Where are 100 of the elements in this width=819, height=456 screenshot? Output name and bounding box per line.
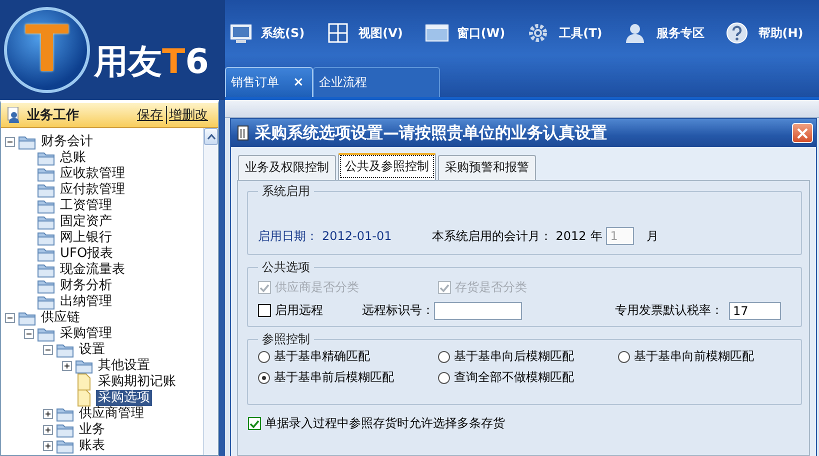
group-title: 公共选项 bbox=[261, 259, 311, 276]
tree-item[interactable]: 采购期初记账 bbox=[96, 374, 178, 390]
dialog-tab[interactable]: 业务及权限控制 bbox=[238, 155, 336, 180]
dialog-title: 采购系统选项设置—请按照贵单位的业务认真设置 bbox=[255, 122, 608, 144]
expand-icon[interactable] bbox=[43, 425, 53, 435]
folder-icon bbox=[37, 150, 55, 166]
expand-icon[interactable] bbox=[62, 361, 72, 371]
tree-item[interactable]: UFO报表 bbox=[58, 246, 116, 262]
tree-item[interactable]: 采购管理 bbox=[58, 326, 114, 342]
header-link[interactable]: 保存 bbox=[137, 106, 163, 124]
tree-item[interactable]: 总账 bbox=[58, 150, 88, 166]
tree-item[interactable]: 供应商管理 bbox=[77, 406, 146, 422]
folder-icon bbox=[18, 310, 36, 326]
document-tab[interactable]: 企业流程 bbox=[312, 67, 440, 97]
field-label: 远程标识号： bbox=[362, 302, 434, 319]
dialog-tab[interactable]: 公共及参照控制 bbox=[338, 153, 436, 180]
folder-icon bbox=[37, 326, 55, 342]
window-icon bbox=[424, 22, 449, 44]
folder-icon bbox=[18, 134, 36, 150]
remote-id-field[interactable] bbox=[434, 302, 522, 320]
tree-item[interactable]: 固定资产 bbox=[58, 214, 114, 230]
dialog-tab[interactable]: 采购预警和报警 bbox=[438, 155, 536, 180]
radio-label: 基于基串精确匹配 bbox=[274, 348, 370, 365]
radio-button[interactable] bbox=[258, 372, 270, 384]
radio-button[interactable] bbox=[438, 372, 450, 384]
menu-item[interactable]: 服务专区 bbox=[624, 22, 704, 44]
logo-text: 6 bbox=[185, 42, 209, 82]
collapse-icon[interactable] bbox=[43, 345, 53, 355]
menu-item[interactable]: 系统(S) bbox=[229, 22, 305, 44]
folder-icon bbox=[56, 406, 74, 422]
check-icon bbox=[259, 282, 270, 292]
tree-item[interactable]: 应收款管理 bbox=[58, 166, 127, 182]
start-date: 2012-01-01 bbox=[322, 229, 392, 243]
collapse-icon[interactable] bbox=[5, 313, 15, 323]
checkbox-label: 单据录入过程中参照存货时允许选择多条存货 bbox=[265, 415, 505, 432]
tree-item[interactable]: 设置 bbox=[77, 342, 107, 358]
checkbox-label: 供应商是否分类 bbox=[275, 279, 359, 296]
check-icon bbox=[249, 418, 260, 428]
radio-button[interactable] bbox=[618, 350, 630, 362]
field-label: 专用发票默认税率： bbox=[615, 302, 723, 319]
tree-item[interactable]: 账表 bbox=[77, 438, 107, 454]
folder-icon bbox=[37, 166, 55, 182]
menu-item[interactable]: 工具(T) bbox=[527, 22, 602, 44]
expand-icon[interactable] bbox=[43, 441, 53, 451]
tree-item[interactable]: 网上银行 bbox=[58, 230, 114, 246]
radio-button[interactable] bbox=[438, 350, 450, 362]
menu-item[interactable]: 窗口(W) bbox=[424, 22, 506, 44]
panel-title: 业务工作 bbox=[27, 107, 80, 124]
document-tab[interactable]: 销售订单 × bbox=[225, 67, 313, 97]
tax-rate-field[interactable]: 17 bbox=[729, 302, 781, 320]
radio-label: 基于基串向前模糊匹配 bbox=[634, 348, 754, 365]
help-icon bbox=[726, 22, 750, 44]
folder-icon bbox=[75, 358, 93, 374]
unit-label: 月 bbox=[646, 228, 658, 244]
close-button[interactable] bbox=[792, 123, 813, 143]
field-label: 本系统启用的会计月： bbox=[432, 228, 552, 244]
radio-label: 基于基串前后模糊匹配 bbox=[274, 369, 394, 386]
radio-label: 基于基串向后模糊匹配 bbox=[454, 348, 574, 365]
close-icon bbox=[797, 128, 808, 138]
document-icon bbox=[75, 389, 93, 407]
monitor-icon bbox=[229, 22, 253, 44]
tree-item[interactable]: 采购选项 bbox=[96, 390, 152, 406]
tree-item[interactable]: 财务分析 bbox=[58, 278, 114, 294]
checkbox[interactable] bbox=[258, 304, 271, 317]
folder-icon bbox=[37, 230, 55, 246]
folder-icon bbox=[56, 342, 74, 358]
folder-icon bbox=[37, 246, 55, 262]
tree-item[interactable]: 业务 bbox=[77, 422, 107, 438]
field-label: 启用日期： bbox=[258, 228, 318, 244]
checkbox[interactable] bbox=[248, 417, 261, 430]
tree-item[interactable]: 供应链 bbox=[39, 310, 82, 326]
tree-item[interactable]: 工资管理 bbox=[58, 198, 114, 214]
menu-item[interactable]: 帮助(H) bbox=[726, 22, 804, 44]
header-link[interactable]: 增删改 bbox=[166, 106, 208, 124]
document-icon bbox=[237, 125, 249, 141]
user-icon bbox=[7, 107, 21, 123]
grid-icon bbox=[326, 22, 351, 44]
tree-item[interactable]: 应付款管理 bbox=[58, 182, 127, 198]
folder-icon bbox=[56, 422, 74, 438]
folder-icon bbox=[56, 438, 74, 454]
check-icon bbox=[439, 282, 450, 292]
checkbox-label: 存货是否分类 bbox=[455, 279, 527, 296]
document-icon bbox=[75, 373, 93, 391]
folder-icon bbox=[37, 182, 55, 198]
tree-item[interactable]: 其他设置 bbox=[96, 358, 152, 374]
folder-icon bbox=[37, 262, 55, 278]
scrollbar[interactable] bbox=[203, 128, 218, 455]
checkbox-label: 启用远程 bbox=[275, 302, 323, 319]
collapse-icon[interactable] bbox=[5, 137, 15, 147]
logo-badge: T bbox=[4, 7, 90, 93]
tree-item[interactable]: 出纳管理 bbox=[58, 294, 114, 310]
tree-item[interactable]: 现金流量表 bbox=[58, 262, 127, 278]
menu-item[interactable]: 视图(V) bbox=[326, 22, 403, 44]
scroll-up-button[interactable] bbox=[204, 128, 218, 145]
expand-icon[interactable] bbox=[43, 409, 53, 419]
tree-item[interactable]: 财务会计 bbox=[39, 134, 95, 150]
unit-label: 年 bbox=[590, 228, 602, 244]
collapse-icon[interactable] bbox=[24, 329, 34, 339]
close-tab-button[interactable]: × bbox=[293, 75, 304, 90]
radio-button[interactable] bbox=[258, 350, 270, 362]
